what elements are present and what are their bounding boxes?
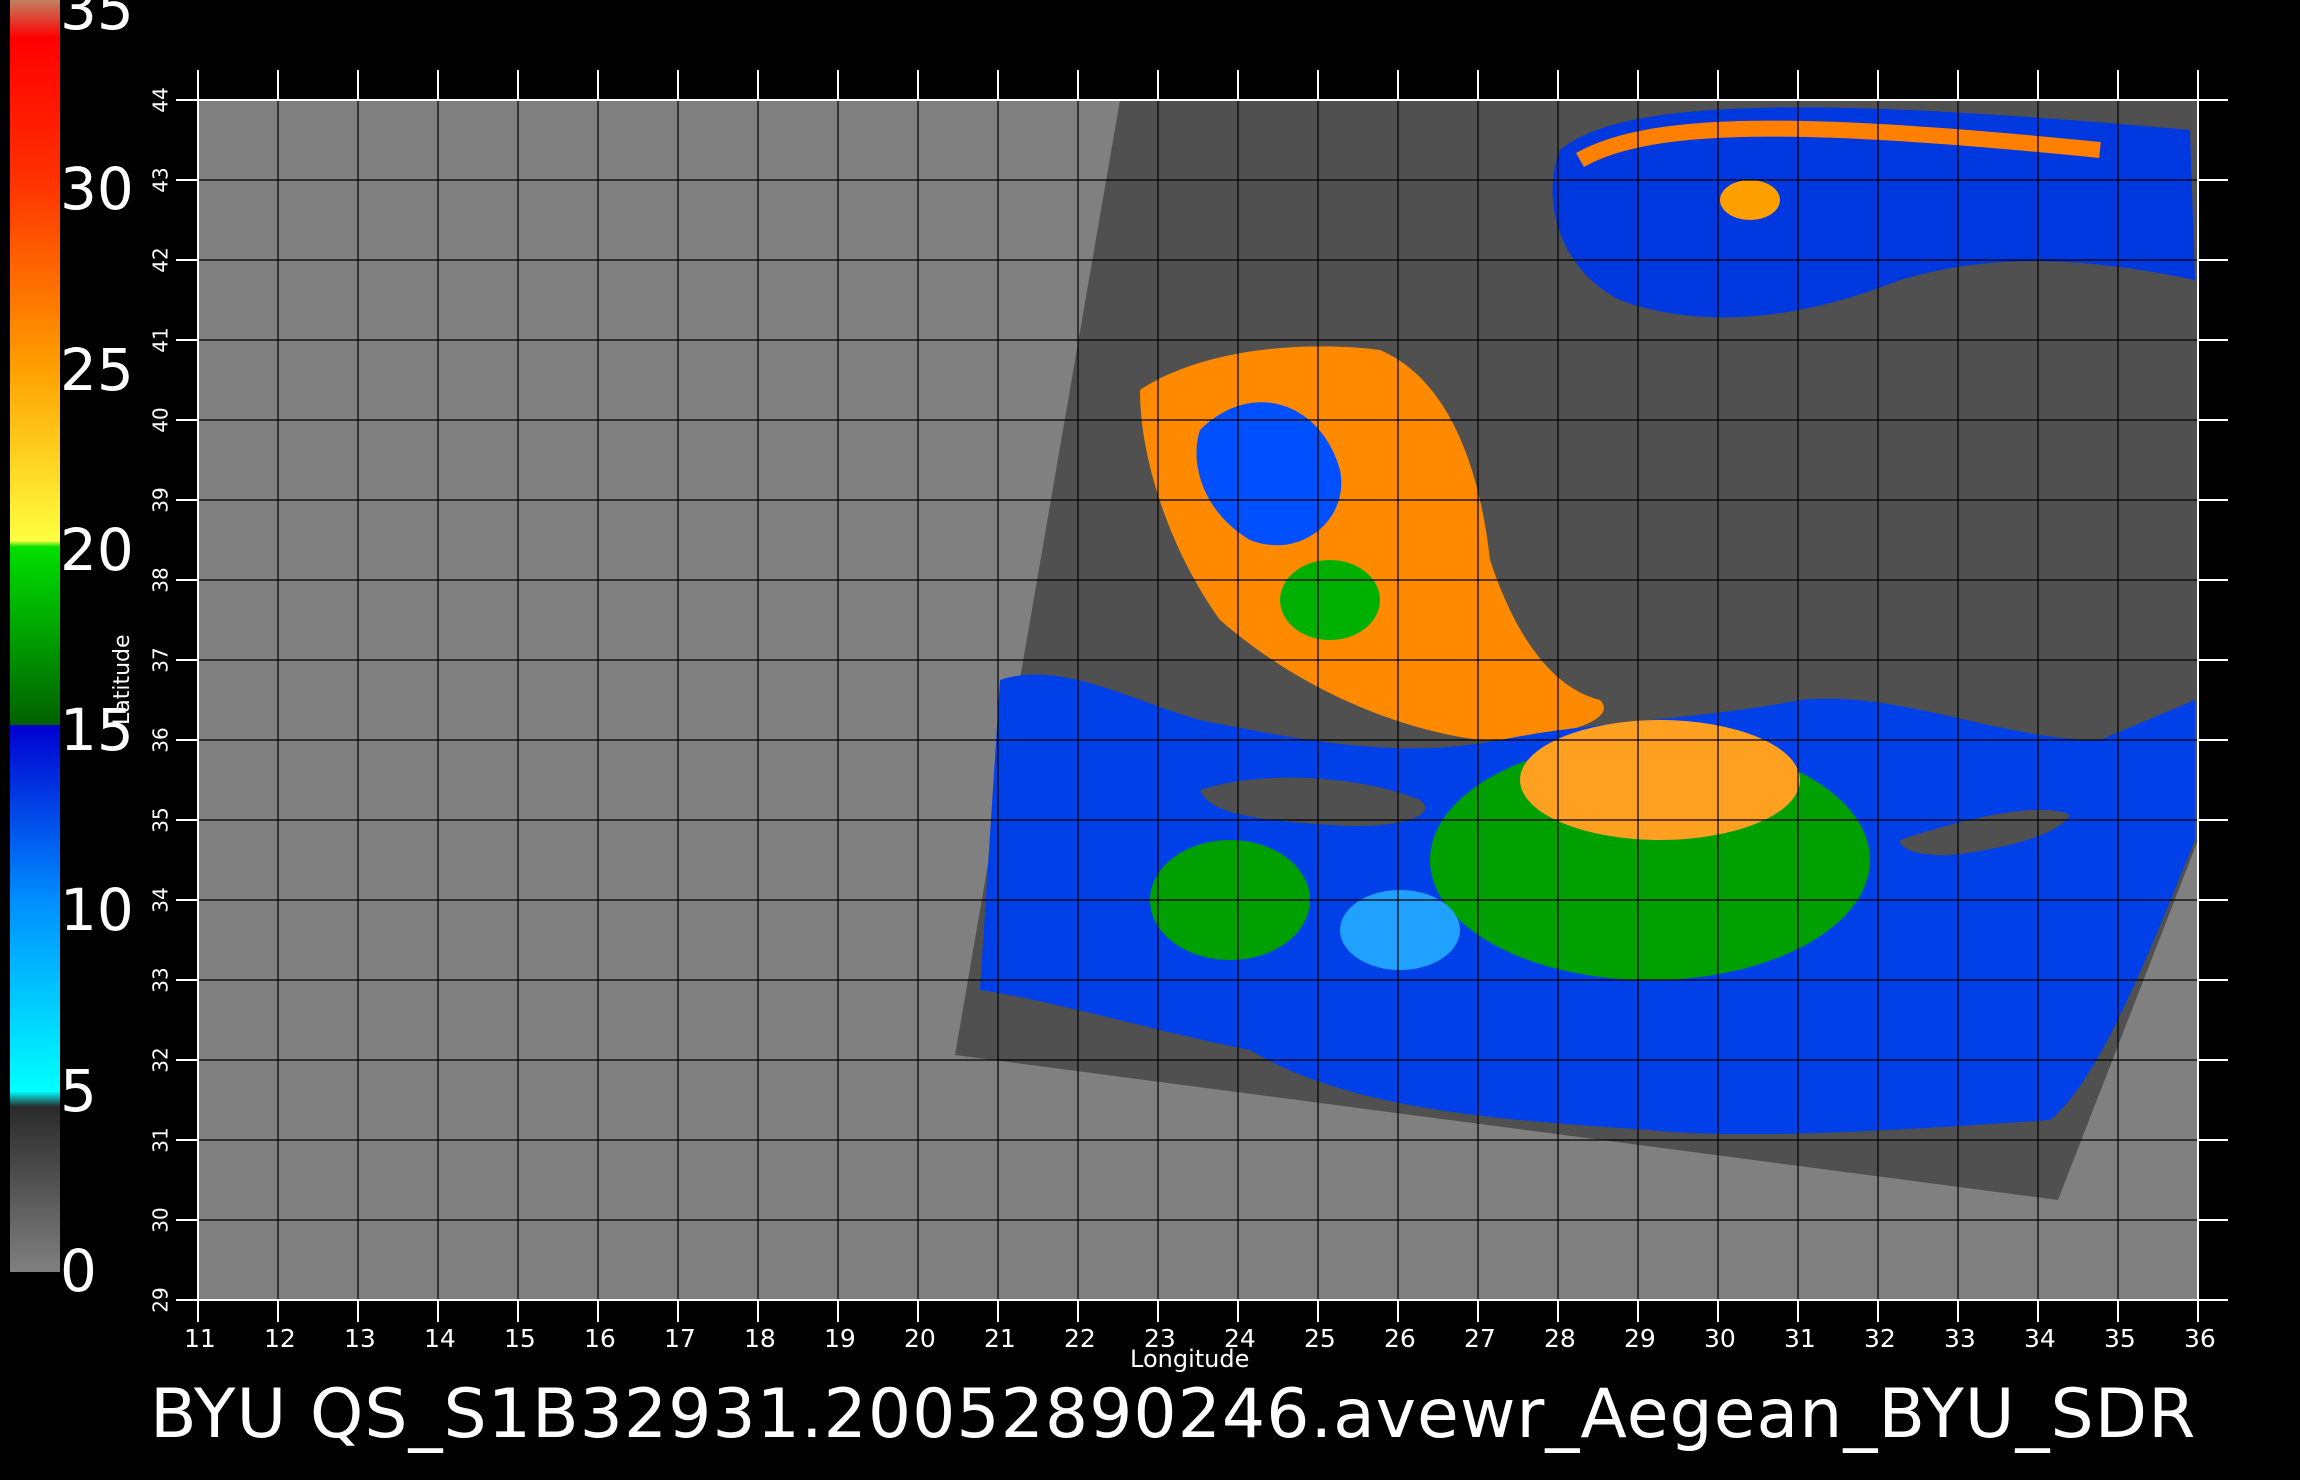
central-orange: [1520, 720, 1800, 840]
colorbar: [10, 0, 60, 1272]
image-caption: BYU QS_S1B32931.20052890246.avewr_Aegean…: [150, 1375, 2197, 1454]
x-axis-label: Longitude: [1130, 1345, 1250, 1373]
lat-tick-label: 33: [148, 967, 173, 993]
lat-tick-label: 31: [148, 1127, 173, 1153]
lon-tick-label: 26: [1384, 1324, 1416, 1353]
colorbar-label: 5: [60, 1056, 97, 1125]
west-cyan: [1340, 890, 1460, 970]
lon-tick-label: 13: [344, 1324, 376, 1353]
lon-tick-label: 33: [1944, 1324, 1976, 1353]
lon-tick-label: 15: [504, 1324, 536, 1353]
colorbar-label: 25: [60, 335, 134, 404]
y-axis-label: Latitude: [110, 634, 135, 725]
lon-tick-label: 22: [1064, 1324, 1096, 1353]
lon-tick-label: 11: [184, 1324, 216, 1353]
lon-tick-label: 34: [2024, 1324, 2056, 1353]
lat-tick-label: 36: [148, 727, 173, 753]
lon-tick-label: 25: [1304, 1324, 1336, 1353]
lat-tick-label: 38: [148, 567, 173, 593]
colorbar-label: 20: [60, 515, 134, 584]
lon-tick-label: 20: [904, 1324, 936, 1353]
aegean-green: [1280, 560, 1380, 640]
colorbar-label: 0: [60, 1237, 97, 1305]
map-canvas: [10, 0, 2228, 1322]
colorbar-label: 35: [60, 0, 134, 43]
lon-tick-label: 28: [1544, 1324, 1576, 1353]
lon-tick-label: 35: [2104, 1324, 2136, 1353]
lat-tick-label: 44: [148, 87, 173, 113]
lat-tick-label: 35: [148, 807, 173, 833]
lon-tick-label: 16: [584, 1324, 616, 1353]
lon-tick-label: 36: [2184, 1324, 2216, 1353]
lon-tick-label: 18: [744, 1324, 776, 1353]
lat-tick-label: 29: [148, 1287, 173, 1313]
lon-tick-label: 29: [1624, 1324, 1656, 1353]
lat-tick-label: 39: [148, 487, 173, 513]
lon-tick-label: 27: [1464, 1324, 1496, 1353]
lat-tick-label: 40: [148, 407, 173, 433]
colorbar-label: 10: [60, 876, 134, 945]
lat-tick-label: 43: [148, 167, 173, 193]
lon-tick-label: 30: [1704, 1324, 1736, 1353]
lon-tick-label: 21: [984, 1324, 1016, 1353]
lon-tick-label: 31: [1784, 1324, 1816, 1353]
lat-tick-label: 41: [148, 327, 173, 353]
lon-tick-label: 14: [424, 1324, 456, 1353]
lon-tick-label: 19: [824, 1324, 856, 1353]
black-sea-patch: [1720, 180, 1780, 220]
lat-tick-label: 37: [148, 647, 173, 673]
lat-tick-label: 34: [148, 887, 173, 913]
lon-tick-label: 12: [264, 1324, 296, 1353]
lat-tick-label: 32: [148, 1047, 173, 1073]
colorbar-label: 30: [60, 155, 134, 224]
lon-tick-label: 17: [664, 1324, 696, 1353]
lon-tick-label: 32: [1864, 1324, 1896, 1353]
lat-tick-label: 42: [148, 247, 173, 273]
lat-tick-label: 30: [148, 1207, 173, 1233]
